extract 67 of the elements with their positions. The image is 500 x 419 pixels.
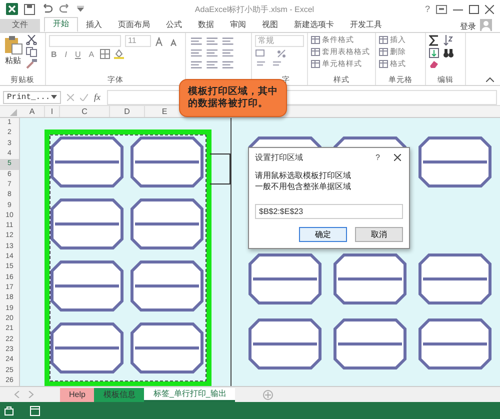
- ribbon-tab[interactable]: 文件: [0, 19, 40, 32]
- ribbon-tab[interactable]: 页面布局: [110, 19, 158, 32]
- borders-icon[interactable]: [100, 49, 110, 59]
- eraser-icon[interactable]: [429, 60, 439, 69]
- macro-record-icon[interactable]: [30, 406, 40, 416]
- close-icon[interactable]: [485, 4, 494, 14]
- fill-icon[interactable]: [429, 48, 439, 58]
- dialog-title: 设置打印区域: [255, 152, 303, 163]
- format-painter-icon[interactable]: [26, 59, 37, 69]
- maximize-icon[interactable]: [469, 4, 479, 14]
- dialog-button[interactable]: 取消: [355, 227, 403, 242]
- ribbon-tab[interactable]: 开发工具: [342, 19, 390, 32]
- undo-icon[interactable]: [41, 4, 53, 14]
- ribbon-tab[interactable]: 公式: [158, 19, 190, 32]
- save-icon[interactable]: [24, 4, 35, 14]
- column-header[interactable]: D: [110, 106, 145, 117]
- table-icon: [311, 48, 320, 56]
- column-header[interactable]: A: [20, 106, 45, 117]
- font-style-button[interactable]: A: [86, 50, 96, 58]
- collapse-ribbon-icon[interactable]: [486, 77, 494, 82]
- cut-icon[interactable]: [26, 35, 37, 45]
- sheet-tab[interactable]: 标签_单行打印_输出: [144, 388, 236, 402]
- help-button[interactable]: ?: [424, 4, 430, 14]
- sort-filter-icon[interactable]: [443, 35, 453, 46]
- insert-function-button[interactable]: fx: [94, 92, 100, 102]
- sign-in-link[interactable]: 登录: [460, 21, 476, 32]
- ribbon-tab[interactable]: 视图: [254, 19, 286, 32]
- table-icon: [311, 36, 320, 44]
- font-style-button[interactable]: I: [62, 50, 70, 58]
- range-input[interactable]: $B$2:$E$23: [255, 204, 403, 219]
- table-icon: [379, 36, 388, 44]
- ribbon-tab[interactable]: 数据: [190, 19, 222, 32]
- dialog-button[interactable]: 确定: [299, 227, 347, 242]
- table-icon: [379, 60, 388, 68]
- fill-color-icon[interactable]: [114, 49, 124, 59]
- font-style-button[interactable]: U: [73, 50, 83, 58]
- enter-check-icon[interactable]: [80, 94, 88, 100]
- binoculars-icon[interactable]: [443, 48, 454, 58]
- dialog-message: 请用鼠标选取模板打印区域: [255, 170, 352, 181]
- column-header[interactable]: I: [45, 106, 60, 117]
- shrink-font-icon[interactable]: [169, 36, 179, 46]
- grow-font-icon[interactable]: [155, 36, 165, 46]
- ribbon-options-icon[interactable]: [436, 4, 447, 14]
- cell-selection-border: [210, 154, 230, 184]
- font-style-button[interactable]: B: [49, 50, 59, 58]
- customize-caret-icon[interactable]: [77, 6, 84, 12]
- ribbon-tab[interactable]: 开始: [44, 17, 78, 32]
- table-icon: [311, 60, 320, 68]
- copy-icon[interactable]: [26, 47, 37, 57]
- ribbon-tab[interactable]: 新建选项卡: [286, 19, 342, 32]
- sheet-tab[interactable]: Help: [60, 388, 94, 402]
- paste-button[interactable]: 粘贴: [3, 35, 23, 69]
- sheet-tab[interactable]: 模板信息: [94, 388, 144, 402]
- name-box[interactable]: Print_...: [3, 90, 61, 104]
- ready-status-icon: [4, 406, 14, 416]
- ribbon-tab[interactable]: 插入: [78, 19, 110, 32]
- dialog-message: 一般不用包含整张单据区域: [255, 181, 352, 192]
- redo-icon[interactable]: [59, 4, 71, 14]
- font-name-field[interactable]: [49, 35, 121, 47]
- close-icon[interactable]: [394, 154, 401, 161]
- window-title: AdaExcel标打小助手.xlsm - Excel: [194, 4, 316, 14]
- ribbon-tab[interactable]: 审阅: [222, 19, 254, 32]
- column-header[interactable]: C: [60, 106, 110, 117]
- sum-icon[interactable]: [429, 35, 439, 46]
- table-icon: [379, 48, 388, 56]
- dialog-help-button[interactable]: ?: [376, 153, 380, 162]
- excel-logo-icon: [6, 3, 18, 15]
